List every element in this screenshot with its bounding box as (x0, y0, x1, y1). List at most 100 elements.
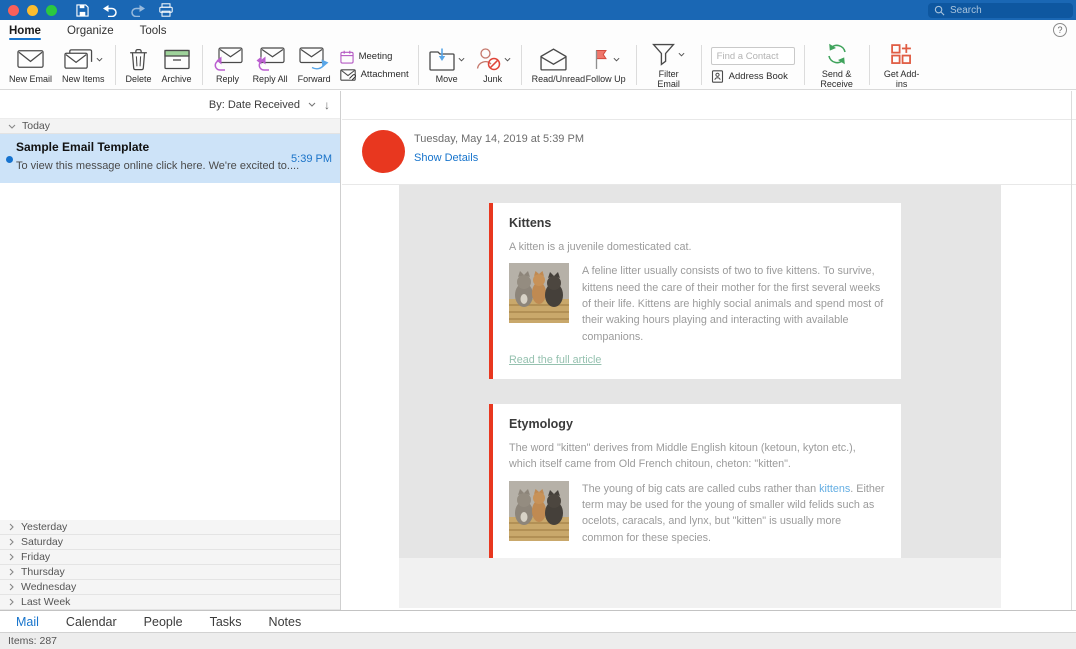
address-book-icon (711, 70, 724, 83)
minimize-window-button[interactable] (27, 5, 38, 16)
unread-indicator (6, 156, 13, 163)
forward-button[interactable]: Forward (293, 45, 336, 85)
outlook-window: Home Organize Tools ? New Email New Item… (0, 0, 1076, 649)
address-book-button[interactable]: Address Book (711, 70, 795, 83)
status-bar: Items: 287 (0, 632, 1076, 649)
window-controls (8, 5, 57, 16)
envelope-icon (17, 49, 44, 69)
email-footer-area (399, 558, 1001, 608)
vertical-scrollbar[interactable] (1071, 91, 1072, 610)
chevron-right-icon (9, 583, 14, 591)
group-header-friday[interactable]: Friday (0, 550, 340, 565)
read-unread-button[interactable]: Read/Unread (527, 45, 581, 85)
read-full-article-link[interactable]: Read the full article (509, 354, 601, 366)
chevron-down-icon (8, 124, 16, 129)
delete-button[interactable]: Delete (121, 45, 157, 85)
reply-all-icon (255, 47, 285, 72)
filter-funnel-icon (652, 43, 675, 66)
article-intro: The word "kitten" derives from Middle En… (509, 440, 885, 472)
email-body: Kittens A kitten is a juvenile domestica… (399, 185, 1001, 558)
email-list-item[interactable]: Sample Email Template 5:39 PM To view th… (0, 134, 340, 183)
search-bar[interactable] (928, 3, 1073, 18)
sort-direction-icon[interactable]: ↓ (324, 98, 330, 112)
junk-person-icon (475, 47, 501, 71)
sort-label: By: Date Received (209, 99, 300, 111)
sender-avatar (362, 130, 405, 173)
new-email-button[interactable]: New Email (4, 45, 57, 85)
help-icon[interactable]: ? (1053, 23, 1067, 37)
reading-pane-toolbar-strip (342, 91, 1076, 120)
follow-up-button[interactable]: Follow Up (581, 45, 631, 85)
nav-mail[interactable]: Mail (16, 615, 39, 629)
article-card-kittens: Kittens A kitten is a juvenile domestica… (489, 203, 901, 379)
article-body: A feline litter usually consists of two … (582, 263, 885, 345)
archive-box-icon (164, 49, 190, 70)
reply-all-button[interactable]: Reply All (248, 45, 293, 85)
chevron-right-icon (9, 523, 14, 531)
group-header-today[interactable]: Today (0, 119, 340, 134)
group-header-saturday[interactable]: Saturday (0, 535, 340, 550)
save-icon[interactable] (73, 2, 91, 18)
junk-button[interactable]: Junk (470, 45, 516, 85)
collapsed-date-groups: Yesterday Saturday Friday Thursday Wedne… (0, 520, 340, 610)
forward-icon (299, 47, 329, 72)
tab-home[interactable]: Home (9, 20, 41, 41)
open-envelope-icon (540, 48, 567, 71)
ribbon-divider (804, 45, 805, 85)
kittens-photo (509, 481, 569, 541)
group-header-wednesday[interactable]: Wednesday (0, 580, 340, 595)
group-header-yesterday[interactable]: Yesterday (0, 520, 340, 535)
kittens-photo (509, 263, 569, 323)
nav-tasks[interactable]: Tasks (210, 615, 242, 629)
ribbon-tab-bar: Home Organize Tools ? (0, 20, 1076, 41)
search-input[interactable] (950, 5, 1060, 16)
email-time: 5:39 PM (291, 153, 332, 165)
reply-icon (213, 47, 243, 72)
nav-calendar[interactable]: Calendar (66, 615, 117, 629)
ribbon-divider (202, 45, 203, 85)
zoom-window-button[interactable] (46, 5, 57, 16)
find-contact-input[interactable] (711, 47, 795, 65)
ribbon: New Email New Items Delete Archive Reply… (0, 41, 1076, 90)
undo-icon[interactable] (101, 2, 119, 18)
group-header-thursday[interactable]: Thursday (0, 565, 340, 580)
redo-icon[interactable] (129, 2, 147, 18)
ribbon-divider (521, 45, 522, 85)
title-bar (0, 0, 1076, 20)
kittens-inline-link[interactable]: kittens (819, 483, 850, 495)
attachment-envelope-icon (340, 69, 356, 81)
message-date: Tuesday, May 14, 2019 at 5:39 PM (414, 133, 584, 145)
move-button[interactable]: Move (424, 45, 470, 85)
ribbon-divider (418, 45, 419, 85)
nav-people[interactable]: People (144, 615, 183, 629)
email-subject: Sample Email Template (16, 140, 332, 154)
meeting-calendar-icon (340, 50, 354, 64)
article-title: Etymology (509, 417, 885, 431)
message-header: Tuesday, May 14, 2019 at 5:39 PM Show De… (342, 120, 1076, 185)
print-icon[interactable] (157, 2, 175, 18)
article-title: Kittens (509, 216, 885, 230)
tab-organize[interactable]: Organize (67, 20, 114, 41)
chevron-down-icon (96, 57, 103, 62)
get-addins-button[interactable]: Get Add-ins (875, 40, 929, 90)
group-header-last-week[interactable]: Last Week (0, 595, 340, 610)
attachment-button[interactable]: Attachment (340, 69, 409, 81)
tab-tools[interactable]: Tools (140, 20, 167, 41)
nav-notes[interactable]: Notes (269, 615, 302, 629)
close-window-button[interactable] (8, 5, 19, 16)
reading-pane: Tuesday, May 14, 2019 at 5:39 PM Show De… (342, 91, 1076, 610)
meeting-button[interactable]: Meeting (340, 50, 409, 64)
filter-email-button[interactable]: Filter Email (642, 40, 696, 90)
sort-by-dropdown[interactable]: By: Date Received ↓ (0, 91, 340, 119)
article-intro: A kitten is a juvenile domesticated cat. (509, 239, 885, 255)
reply-button[interactable]: Reply (208, 45, 248, 85)
move-folder-icon (429, 48, 455, 71)
new-items-button[interactable]: New Items (57, 45, 110, 85)
chevron-right-icon (9, 598, 14, 606)
addins-grid-icon (890, 43, 913, 66)
show-details-link[interactable]: Show Details (414, 152, 584, 164)
send-receive-button[interactable]: Send & Receive (810, 40, 864, 90)
ribbon-divider (115, 45, 116, 85)
chevron-down-icon (678, 52, 685, 57)
archive-button[interactable]: Archive (157, 45, 197, 85)
